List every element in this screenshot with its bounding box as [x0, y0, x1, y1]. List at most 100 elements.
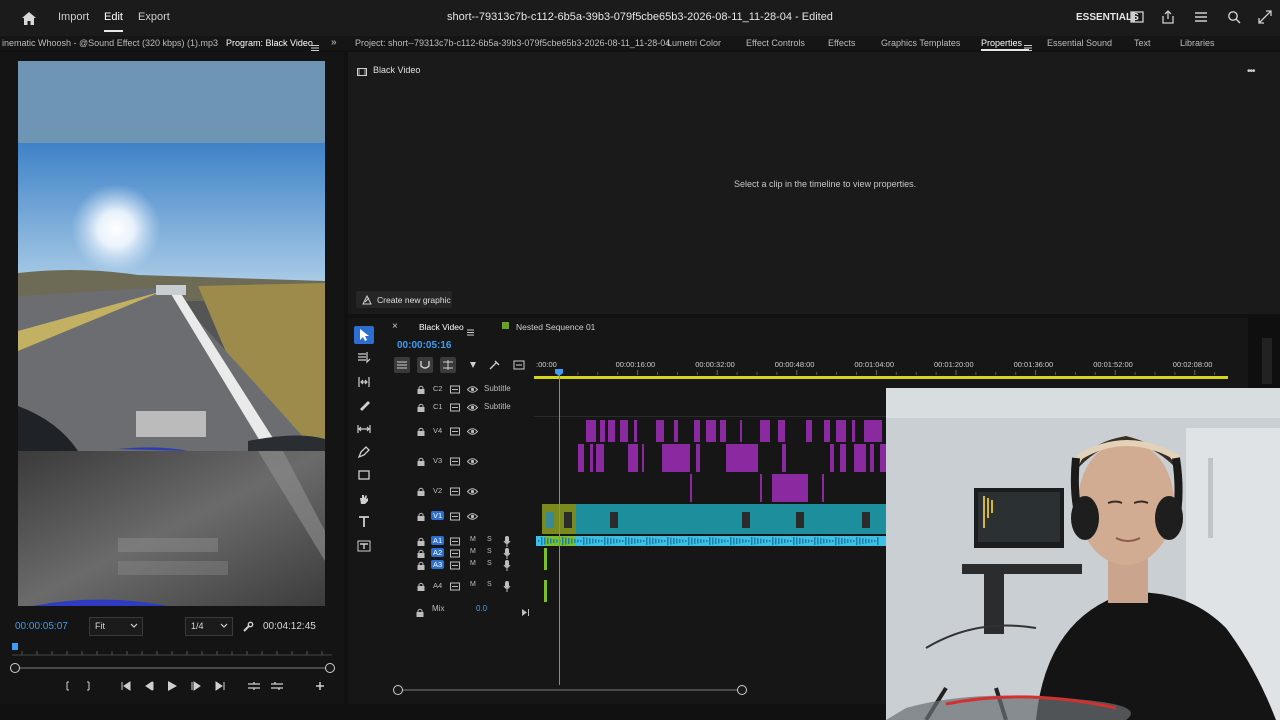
create-new-graphic-button[interactable]: Create new graphic — [356, 291, 452, 308]
v2-clip[interactable] — [772, 474, 808, 502]
nest-sequence-toggle[interactable] — [394, 357, 410, 373]
track-id-label[interactable]: V2 — [431, 486, 444, 495]
menu-import[interactable]: Import — [58, 11, 89, 23]
eye-icon[interactable] — [467, 457, 478, 466]
program-playhead[interactable] — [12, 643, 18, 650]
track-lock-icon[interactable] — [417, 549, 425, 558]
sync-lock-icon[interactable] — [450, 537, 460, 546]
zoom-handle-left[interactable] — [10, 663, 20, 673]
timeline-playhead-line[interactable] — [559, 372, 560, 685]
track-id-label[interactable]: A2 — [431, 548, 445, 557]
microphone-icon[interactable] — [503, 581, 511, 592]
track-lock-icon[interactable] — [417, 403, 425, 412]
hand-icon[interactable] — [354, 490, 374, 508]
insert-button[interactable] — [246, 679, 260, 693]
mute-button[interactable]: M — [470, 536, 476, 543]
mix-lock-icon[interactable] — [416, 604, 424, 622]
step-forward-button[interactable] — [188, 679, 202, 693]
track-lock-icon[interactable] — [417, 385, 425, 394]
tab-project[interactable]: Project: short--79313c7b-c112-6b5a-39b3-… — [355, 38, 670, 48]
tab-text[interactable]: Text — [1134, 38, 1151, 48]
sync-lock-icon[interactable] — [450, 549, 460, 558]
v3-clip[interactable] — [782, 444, 786, 472]
captions-toggle[interactable] — [513, 359, 525, 371]
caption-tool-icon[interactable] — [354, 537, 374, 555]
v4-clip[interactable] — [836, 420, 846, 442]
mark-in-button[interactable] — [62, 679, 74, 693]
v4-clip[interactable] — [874, 420, 882, 442]
v3-clip[interactable] — [578, 444, 584, 472]
selection-tool-icon[interactable] — [354, 326, 374, 344]
eye-icon[interactable] — [467, 403, 478, 412]
track-lock-icon[interactable] — [417, 561, 425, 570]
v3-clip[interactable] — [662, 444, 690, 472]
search-icon[interactable] — [1227, 10, 1243, 26]
quick-export-icon[interactable] — [1130, 10, 1146, 26]
close-sequence-icon[interactable]: × — [392, 321, 398, 332]
sync-lock-icon[interactable] — [450, 512, 460, 521]
overwrite-button[interactable] — [270, 679, 284, 693]
v4-clip[interactable] — [740, 420, 742, 442]
v4-clip[interactable] — [852, 420, 855, 442]
tab-overflow-icon[interactable]: » — [331, 37, 337, 48]
tab-essential-sound[interactable]: Essential Sound — [1047, 38, 1112, 48]
track-id-label[interactable]: V4 — [431, 426, 444, 435]
a2-clip[interactable] — [544, 548, 547, 570]
track-id-label[interactable]: V3 — [431, 456, 444, 465]
rectangle-icon[interactable] — [354, 466, 374, 484]
settings-wrench-icon[interactable] — [242, 620, 254, 638]
v3-clip[interactable] — [830, 444, 834, 472]
menu-edit[interactable]: Edit — [104, 11, 123, 32]
sequence-tab-black-video[interactable]: Black Video — [419, 322, 464, 332]
program-timecode[interactable]: 00:00:05:07 — [15, 621, 68, 632]
track-id-label[interactable]: A3 — [431, 560, 445, 569]
v3-clip[interactable] — [854, 444, 866, 472]
eye-icon[interactable] — [467, 512, 478, 521]
microphone-icon[interactable] — [503, 560, 511, 571]
sync-lock-icon[interactable] — [450, 403, 460, 412]
fit-dropdown[interactable]: Fit — [89, 617, 143, 636]
sync-lock-icon[interactable] — [450, 487, 460, 496]
ripple-edit-icon[interactable] — [354, 373, 374, 391]
tab-source-clip[interactable]: inematic Whoosh - @Sound Effect (320 kbp… — [2, 38, 218, 48]
v3-clip[interactable] — [870, 444, 874, 472]
v4-clip[interactable] — [806, 420, 812, 442]
v4-clip[interactable] — [824, 420, 830, 442]
sync-lock-icon[interactable] — [450, 582, 460, 591]
timeline-scroll-handle-left[interactable] — [393, 685, 403, 695]
v3-clip[interactable] — [642, 444, 644, 472]
v3-clip[interactable] — [628, 444, 638, 472]
v3-clip[interactable] — [590, 444, 593, 472]
fullscreen-icon[interactable] — [1258, 10, 1274, 26]
razor-icon[interactable] — [354, 396, 374, 414]
solo-button[interactable]: S — [487, 560, 492, 567]
v1-clip[interactable] — [576, 504, 886, 534]
timeline-work-area-bar[interactable] — [534, 376, 1228, 379]
v2-clip[interactable] — [822, 474, 824, 502]
zoom-handle-right[interactable] — [325, 663, 335, 673]
v4-clip[interactable] — [620, 420, 628, 442]
mark-out-button[interactable] — [82, 679, 94, 693]
program-time-ruler[interactable] — [12, 643, 332, 656]
track-lock-icon[interactable] — [417, 487, 425, 496]
v4-clip[interactable] — [706, 420, 716, 442]
program-zoom-bar[interactable] — [13, 667, 331, 669]
v4-clip[interactable] — [694, 420, 700, 442]
resolution-dropdown[interactable]: 1/4 — [185, 617, 233, 636]
solo-button[interactable]: S — [487, 536, 492, 543]
sync-lock-icon[interactable] — [450, 427, 460, 436]
home-icon[interactable] — [22, 12, 36, 25]
play-button[interactable] — [164, 679, 178, 693]
v4-clip[interactable] — [634, 420, 637, 442]
go-to-in-button[interactable] — [118, 679, 132, 693]
solo-button[interactable]: S — [487, 581, 492, 588]
step-back-button[interactable] — [142, 679, 156, 693]
eye-icon[interactable] — [467, 385, 478, 394]
tab-libraries[interactable]: Libraries — [1180, 38, 1215, 48]
track-id-label[interactable]: V1 — [431, 511, 445, 520]
v4-clip[interactable] — [656, 420, 664, 442]
tab-lumetri-color[interactable]: Lumetri Color — [667, 38, 721, 48]
mute-button[interactable]: M — [470, 548, 476, 555]
timeline-timecode[interactable]: 00:00:05:16 — [397, 340, 451, 351]
share-icon[interactable] — [1161, 10, 1177, 26]
